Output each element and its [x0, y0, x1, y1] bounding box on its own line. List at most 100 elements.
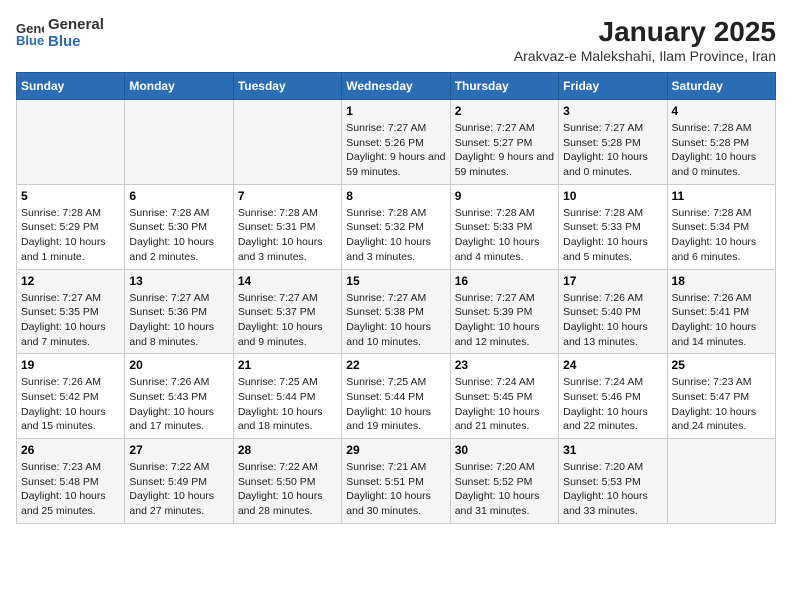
day-info: Sunrise: 7:27 AMSunset: 5:28 PMDaylight:… — [563, 121, 662, 180]
title-block: January 2025 Arakvaz-e Malekshahi, Ilam … — [514, 16, 776, 64]
day-number: 8 — [346, 189, 445, 203]
day-info: Sunrise: 7:25 AMSunset: 5:44 PMDaylight:… — [346, 375, 445, 434]
day-info: Sunrise: 7:27 AMSunset: 5:26 PMDaylight:… — [346, 121, 445, 180]
day-info: Sunrise: 7:28 AMSunset: 5:28 PMDaylight:… — [672, 121, 771, 180]
calendar-cell: 29 Sunrise: 7:21 AMSunset: 5:51 PMDayligh… — [342, 439, 450, 524]
day-number: 16 — [455, 274, 554, 288]
day-number: 25 — [672, 358, 771, 372]
day-header-tuesday: Tuesday — [233, 73, 341, 100]
day-number: 2 — [455, 104, 554, 118]
logo-general: General — [48, 16, 104, 33]
day-info: Sunrise: 7:26 AMSunset: 5:42 PMDaylight:… — [21, 375, 120, 434]
calendar-cell: 7 Sunrise: 7:28 AMSunset: 5:31 PMDaylight… — [233, 184, 341, 269]
day-number: 19 — [21, 358, 120, 372]
week-row-3: 12 Sunrise: 7:27 AMSunset: 5:35 PMDayligh… — [17, 269, 776, 354]
logo-blue: Blue — [48, 33, 104, 50]
day-info: Sunrise: 7:28 AMSunset: 5:32 PMDaylight:… — [346, 206, 445, 265]
calendar-cell: 18 Sunrise: 7:26 AMSunset: 5:41 PMDayligh… — [667, 269, 775, 354]
day-info: Sunrise: 7:23 AMSunset: 5:48 PMDaylight:… — [21, 460, 120, 519]
page-header: General Blue General Blue January 2025 A… — [16, 16, 776, 64]
day-number: 21 — [238, 358, 337, 372]
calendar-cell: 26Sunrise: 7:23 AMSunset: 5:48 PMDayligh… — [17, 439, 125, 524]
day-number: 15 — [346, 274, 445, 288]
day-info: Sunrise: 7:27 AMSunset: 5:27 PMDaylight:… — [455, 121, 554, 180]
calendar-table: SundayMondayTuesdayWednesdayThursdayFrid… — [16, 72, 776, 524]
day-info: Sunrise: 7:22 AMSunset: 5:49 PMDaylight:… — [129, 460, 228, 519]
day-info: Sunrise: 7:21 AMSunset: 5:51 PMDaylight:… — [346, 460, 445, 519]
svg-text:Blue: Blue — [16, 33, 44, 47]
day-info: Sunrise: 7:24 AMSunset: 5:46 PMDaylight:… — [563, 375, 662, 434]
calendar-cell: 15Sunrise: 7:27 AMSunset: 5:38 PMDayligh… — [342, 269, 450, 354]
day-number: 3 — [563, 104, 662, 118]
calendar-cell: 20 Sunrise: 7:26 AMSunset: 5:43 PMDayligh… — [125, 354, 233, 439]
day-number: 20 — [129, 358, 228, 372]
calendar-cell: 21Sunrise: 7:25 AMSunset: 5:44 PMDayligh… — [233, 354, 341, 439]
calendar-cell: 13 Sunrise: 7:27 AMSunset: 5:36 PMDayligh… — [125, 269, 233, 354]
logo-icon: General Blue — [16, 19, 44, 47]
day-info: Sunrise: 7:28 AMSunset: 5:33 PMDaylight:… — [563, 206, 662, 265]
day-number: 17 — [563, 274, 662, 288]
calendar-cell — [667, 439, 775, 524]
day-number: 22 — [346, 358, 445, 372]
calendar-cell: 17Sunrise: 7:26 AMSunset: 5:40 PMDayligh… — [559, 269, 667, 354]
day-number: 13 — [129, 274, 228, 288]
day-header-wednesday: Wednesday — [342, 73, 450, 100]
day-number: 23 — [455, 358, 554, 372]
day-info: Sunrise: 7:22 AMSunset: 5:50 PMDaylight:… — [238, 460, 337, 519]
calendar-cell: 31Sunrise: 7:20 AMSunset: 5:53 PMDayligh… — [559, 439, 667, 524]
calendar-cell: 3 Sunrise: 7:27 AMSunset: 5:28 PMDaylight… — [559, 100, 667, 185]
day-info: Sunrise: 7:24 AMSunset: 5:45 PMDaylight:… — [455, 375, 554, 434]
day-number: 29 — [346, 443, 445, 457]
day-info: Sunrise: 7:28 AMSunset: 5:30 PMDaylight:… — [129, 206, 228, 265]
calendar-cell: 4 Sunrise: 7:28 AMSunset: 5:28 PMDaylight… — [667, 100, 775, 185]
day-info: Sunrise: 7:26 AMSunset: 5:43 PMDaylight:… — [129, 375, 228, 434]
day-info: Sunrise: 7:27 AMSunset: 5:36 PMDaylight:… — [129, 291, 228, 350]
day-number: 9 — [455, 189, 554, 203]
calendar-cell: 27Sunrise: 7:22 AMSunset: 5:49 PMDayligh… — [125, 439, 233, 524]
calendar-cell: 10 Sunrise: 7:28 AMSunset: 5:33 PMDayligh… — [559, 184, 667, 269]
calendar-cell: 23 Sunrise: 7:24 AMSunset: 5:45 PMDayligh… — [450, 354, 558, 439]
calendar-cell: 14Sunrise: 7:27 AMSunset: 5:37 PMDayligh… — [233, 269, 341, 354]
calendar-cell: 16Sunrise: 7:27 AMSunset: 5:39 PMDayligh… — [450, 269, 558, 354]
calendar-cell: 5 Sunrise: 7:28 AMSunset: 5:29 PMDaylight… — [17, 184, 125, 269]
day-info: Sunrise: 7:26 AMSunset: 5:41 PMDaylight:… — [672, 291, 771, 350]
day-info: Sunrise: 7:28 AMSunset: 5:29 PMDaylight:… — [21, 206, 120, 265]
day-info: Sunrise: 7:27 AMSunset: 5:35 PMDaylight:… — [21, 291, 120, 350]
day-number: 11 — [672, 189, 771, 203]
calendar-cell: 24 Sunrise: 7:24 AMSunset: 5:46 PMDayligh… — [559, 354, 667, 439]
week-row-1: 1 Sunrise: 7:27 AMSunset: 5:26 PMDaylight… — [17, 100, 776, 185]
day-number: 5 — [21, 189, 120, 203]
calendar-cell — [17, 100, 125, 185]
day-number: 6 — [129, 189, 228, 203]
day-number: 4 — [672, 104, 771, 118]
day-number: 12 — [21, 274, 120, 288]
week-row-4: 19 Sunrise: 7:26 AMSunset: 5:42 PMDayligh… — [17, 354, 776, 439]
day-info: Sunrise: 7:20 AMSunset: 5:52 PMDaylight:… — [455, 460, 554, 519]
calendar-cell: 25 Sunrise: 7:23 AMSunset: 5:47 PMDayligh… — [667, 354, 775, 439]
day-header-saturday: Saturday — [667, 73, 775, 100]
day-header-sunday: Sunday — [17, 73, 125, 100]
calendar-cell — [125, 100, 233, 185]
day-info: Sunrise: 7:28 AMSunset: 5:34 PMDaylight:… — [672, 206, 771, 265]
day-number: 1 — [346, 104, 445, 118]
day-number: 18 — [672, 274, 771, 288]
day-info: Sunrise: 7:23 AMSunset: 5:47 PMDaylight:… — [672, 375, 771, 434]
calendar-cell: 28 Sunrise: 7:22 AMSunset: 5:50 PMDayligh… — [233, 439, 341, 524]
week-row-2: 5 Sunrise: 7:28 AMSunset: 5:29 PMDaylight… — [17, 184, 776, 269]
calendar-cell: 19 Sunrise: 7:26 AMSunset: 5:42 PMDayligh… — [17, 354, 125, 439]
day-number: 24 — [563, 358, 662, 372]
day-number: 7 — [238, 189, 337, 203]
calendar-cell: 1 Sunrise: 7:27 AMSunset: 5:26 PMDaylight… — [342, 100, 450, 185]
calendar-cell: 11 Sunrise: 7:28 AMSunset: 5:34 PMDayligh… — [667, 184, 775, 269]
calendar-cell: 8 Sunrise: 7:28 AMSunset: 5:32 PMDaylight… — [342, 184, 450, 269]
day-number: 28 — [238, 443, 337, 457]
day-header-friday: Friday — [559, 73, 667, 100]
day-header-thursday: Thursday — [450, 73, 558, 100]
day-headers-row: SundayMondayTuesdayWednesdayThursdayFrid… — [17, 73, 776, 100]
calendar-cell: 12 Sunrise: 7:27 AMSunset: 5:35 PMDayligh… — [17, 269, 125, 354]
week-row-5: 26Sunrise: 7:23 AMSunset: 5:48 PMDayligh… — [17, 439, 776, 524]
day-info: Sunrise: 7:28 AMSunset: 5:33 PMDaylight:… — [455, 206, 554, 265]
day-number: 10 — [563, 189, 662, 203]
day-info: Sunrise: 7:28 AMSunset: 5:31 PMDaylight:… — [238, 206, 337, 265]
day-header-monday: Monday — [125, 73, 233, 100]
